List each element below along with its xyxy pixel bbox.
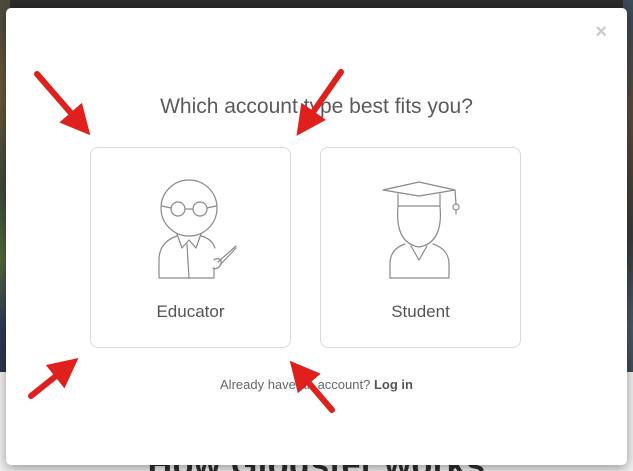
student-icon — [382, 181, 460, 279]
login-link[interactable]: Log in — [374, 377, 413, 392]
educator-label: Educator — [156, 302, 225, 321]
close-button[interactable]: × — [595, 22, 607, 42]
student-label: Student — [391, 302, 450, 321]
account-type-modal: × Which account type best fits you? Educ… — [6, 8, 627, 465]
modal-title: Which account type best fits you? — [160, 95, 473, 118]
educator-icon — [158, 179, 237, 279]
login-prompt-text: Already have an account? — [220, 377, 371, 392]
student-card[interactable]: Student — [320, 147, 521, 348]
login-prompt: Already have an account? Log in — [6, 377, 627, 392]
educator-card[interactable]: Educator — [90, 147, 291, 348]
